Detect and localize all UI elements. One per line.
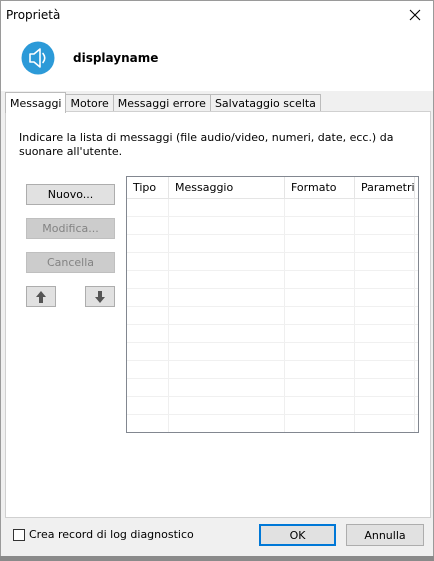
properties-dialog: Proprietà displayname Messaggi Motore Me…: [0, 0, 434, 557]
delete-button[interactable]: Cancella: [26, 252, 115, 273]
log-checkbox[interactable]: Crea record di log diagnostico: [13, 528, 194, 541]
tab-strip: Messaggi Motore Messaggi errore Salvatag…: [5, 92, 321, 113]
close-button[interactable]: [397, 1, 433, 29]
empty-row: [127, 307, 418, 325]
empty-row: [127, 379, 418, 397]
checkbox-box[interactable]: [13, 528, 25, 541]
column-header-formato[interactable]: Formato: [285, 177, 355, 198]
empty-row: [127, 415, 418, 432]
modify-button[interactable]: Modifica...: [26, 218, 115, 239]
empty-row: [127, 325, 418, 343]
close-icon: [409, 9, 421, 21]
empty-row: [127, 235, 418, 253]
empty-row: [127, 397, 418, 415]
move-up-button[interactable]: [26, 286, 56, 307]
tab-salvataggio-scelta[interactable]: Salvataggio scelta: [209, 94, 321, 112]
instructions-text: Indicare la lista di messaggi (file audi…: [19, 131, 394, 158]
arrow-down-icon: [95, 290, 105, 303]
empty-row: [127, 253, 418, 271]
display-name: displayname: [73, 51, 159, 65]
messages-list[interactable]: Tipo Messaggio Formato Parametri: [126, 176, 419, 433]
background-strip: [0, 556, 434, 561]
empty-row: [127, 361, 418, 379]
log-checkbox-label: Crea record di log diagnostico: [29, 528, 194, 541]
new-button[interactable]: Nuovo...: [26, 184, 115, 205]
empty-row: [127, 217, 418, 235]
messages-panel: Indicare la lista di messaggi (file audi…: [5, 111, 431, 518]
empty-row: [127, 343, 418, 361]
ok-button[interactable]: OK: [259, 524, 336, 546]
column-header-tipo[interactable]: Tipo: [127, 177, 169, 198]
speaker-icon: [21, 41, 55, 75]
column-header-parametri[interactable]: Parametri: [355, 177, 415, 198]
cancel-button[interactable]: Annulla: [346, 524, 424, 546]
tab-messaggi-errore[interactable]: Messaggi errore: [112, 94, 211, 112]
empty-row: [127, 289, 418, 307]
header-area: displayname: [1, 29, 433, 91]
title-bar: Proprietà: [1, 1, 433, 29]
empty-row: [127, 271, 418, 289]
window-title: Proprietà: [6, 8, 61, 22]
empty-row: [127, 199, 418, 217]
move-down-button[interactable]: [85, 286, 115, 307]
tab-motore[interactable]: Motore: [65, 94, 114, 112]
list-header: Tipo Messaggio Formato Parametri: [127, 177, 418, 199]
column-header-messaggio[interactable]: Messaggio: [169, 177, 285, 198]
tab-messaggi[interactable]: Messaggi: [5, 92, 67, 113]
arrow-up-icon: [36, 290, 46, 303]
